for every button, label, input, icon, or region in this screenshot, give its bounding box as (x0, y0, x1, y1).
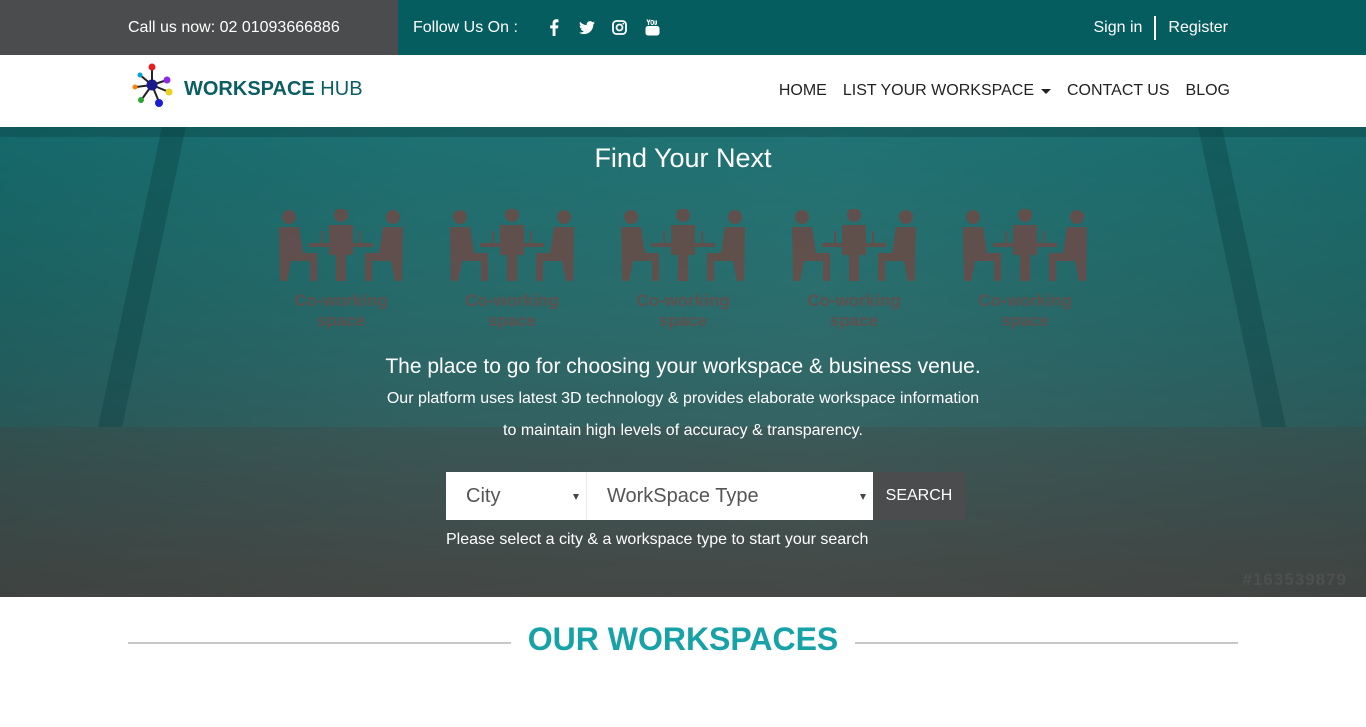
sign-in-link[interactable]: Sign in (1094, 19, 1143, 37)
nav-menu: HOME LIST YOUR WORKSPACE CONTACT US BLOG (763, 55, 1230, 127)
icon-label: space (316, 311, 366, 330)
workspace-type-icons: Co-working space Co-working space Co-wor… (277, 209, 1089, 334)
coworking-space-icon: Co-working space (619, 209, 747, 334)
nav-home[interactable]: HOME (779, 82, 827, 100)
logo[interactable]: WORKSPACE HUB (132, 63, 363, 109)
workspace-type-select-value: WorkSpace Type (607, 485, 759, 507)
icon-label: Co-working (465, 291, 559, 310)
register-link[interactable]: Register (1168, 19, 1228, 37)
nav-blog[interactable]: BLOG (1186, 82, 1230, 100)
social-links (530, 19, 662, 37)
heading-divider (128, 642, 511, 644)
call-us-text: Call us now: 02 01093666886 (0, 0, 398, 55)
our-workspaces-section: OUR WORKSPACES (0, 597, 1366, 727)
hero-banner: Find Your Next Co-working space Co-worki… (0, 127, 1366, 597)
dropdown-arrow-icon (573, 494, 579, 500)
city-select[interactable]: City (446, 472, 587, 520)
icon-label: Co-working (978, 291, 1072, 310)
nav-contact-us[interactable]: CONTACT US (1067, 82, 1170, 100)
nav-list-your-workspace[interactable]: LIST YOUR WORKSPACE (843, 82, 1051, 100)
workspace-type-select[interactable]: WorkSpace Type (587, 472, 873, 520)
follow-us: Follow Us On : (413, 0, 662, 55)
auth-links: Sign in Register (1094, 0, 1228, 55)
follow-us-label: Follow Us On : (413, 18, 518, 36)
section-heading: OUR WORKSPACES (527, 621, 839, 657)
icon-label: space (1000, 311, 1050, 330)
search-form: City WorkSpace Type SEARCH (446, 472, 965, 520)
twitter-icon[interactable] (578, 19, 596, 37)
hero-description: Our platform uses latest 3D technology &… (386, 390, 980, 407)
coworking-space-icon: Co-working space (448, 209, 576, 334)
top-bar: Call us now: 02 01093666886 Follow Us On… (0, 0, 1366, 55)
search-button[interactable]: SEARCH (873, 472, 965, 520)
search-hint: Please select a city & a workspace type … (446, 531, 869, 548)
icon-label: Co-working (807, 291, 901, 310)
auth-divider (1154, 15, 1157, 40)
main-nav: WORKSPACE HUB HOME LIST YOUR WORKSPACE C… (0, 55, 1366, 127)
hero-description: to maintain high levels of accuracy & tr… (503, 422, 863, 439)
icon-label: Co-working (294, 291, 388, 310)
hero-bg-beam (0, 127, 1366, 137)
icon-label: Co-working (636, 291, 730, 310)
logo-icon (132, 63, 173, 107)
youtube-icon[interactable] (644, 19, 662, 37)
hero-tagline: The place to go for choosing your worksp… (385, 355, 981, 378)
icon-label: space (829, 311, 879, 330)
icon-label: space (487, 311, 537, 330)
coworking-space-icon: Co-working space (961, 209, 1089, 334)
city-select-value: City (466, 485, 501, 507)
heading-divider (855, 642, 1238, 644)
image-watermark: #163539879 (1242, 570, 1347, 589)
coworking-space-icon: Co-working space (277, 209, 405, 334)
hero-title: Find Your Next (594, 143, 772, 173)
coworking-space-icon: Co-working space (790, 209, 918, 334)
dropdown-arrow-icon (860, 494, 866, 500)
brand-name: WORKSPACE HUB (184, 77, 363, 100)
caret-down-icon (1041, 88, 1051, 94)
icon-label: space (658, 311, 708, 330)
facebook-icon[interactable] (545, 19, 563, 37)
instagram-icon[interactable] (611, 19, 629, 37)
